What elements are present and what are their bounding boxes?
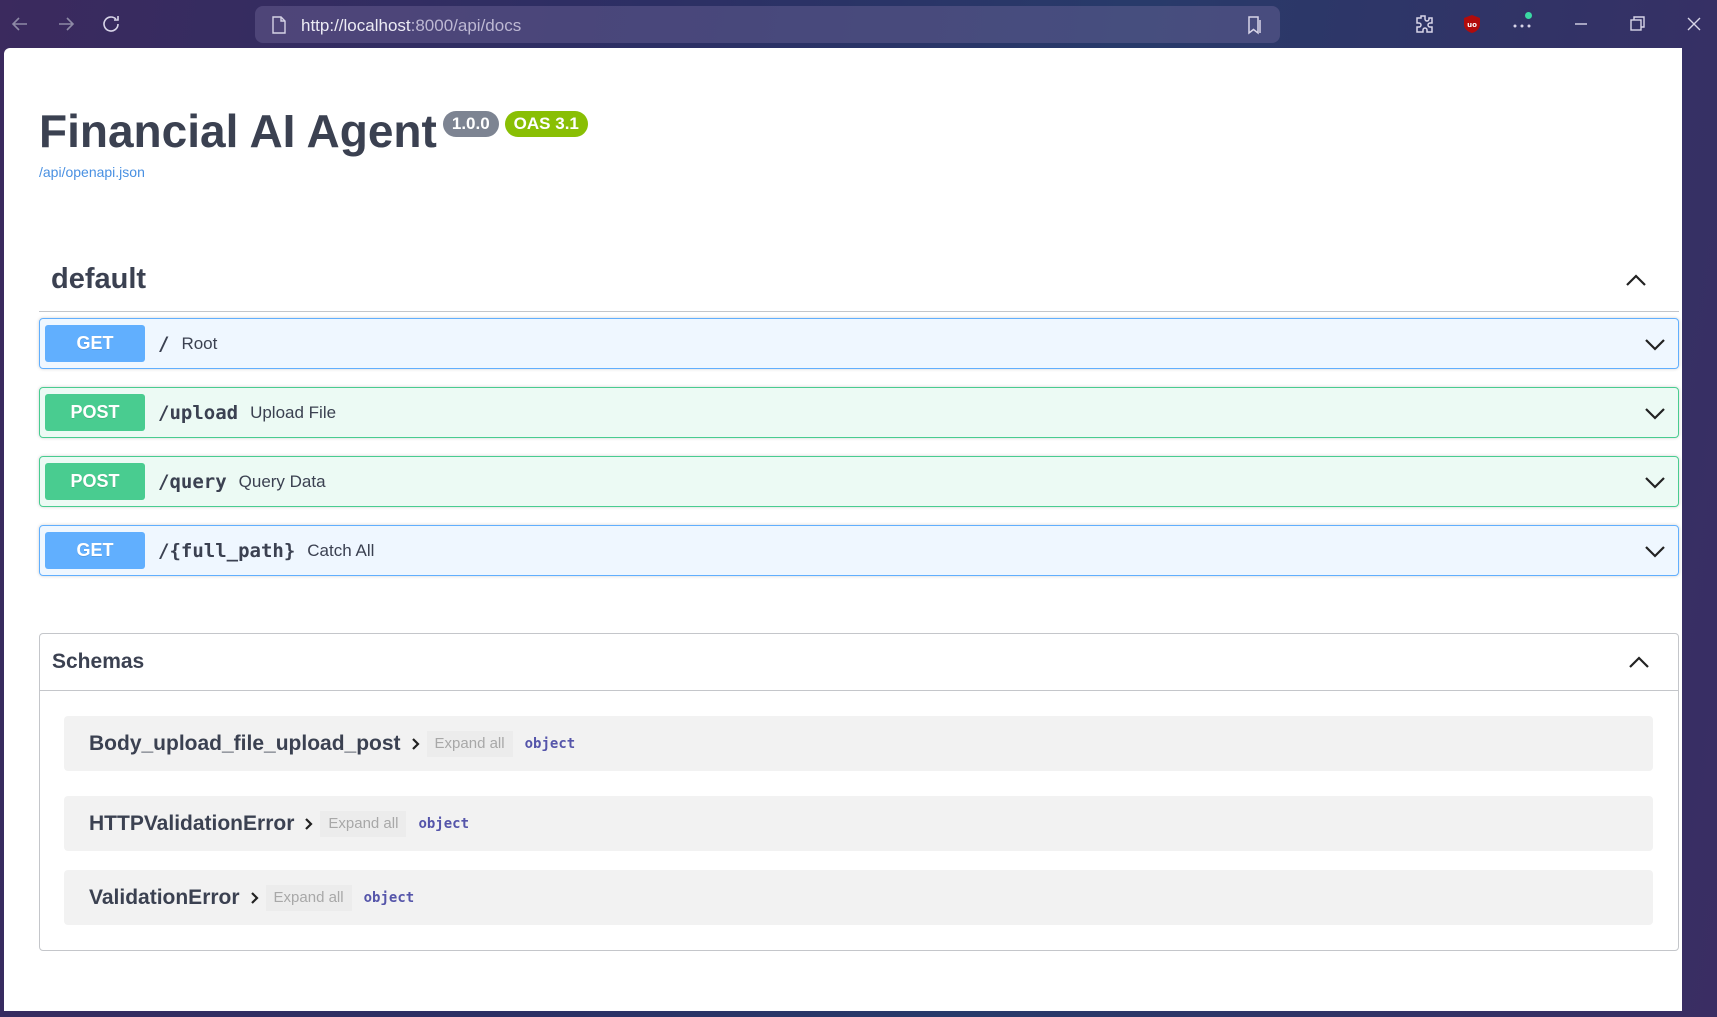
ublock-icon[interactable]: uo <box>1463 14 1481 34</box>
operation-path: /query <box>158 470 227 493</box>
back-icon[interactable] <box>8 12 32 36</box>
schemas-title: Schemas <box>52 650 145 673</box>
chevron-down-icon[interactable] <box>1642 331 1668 357</box>
tag-section-default: default GET / Root POST /upload Upload F… <box>39 248 1679 576</box>
operation-get-catch-all[interactable]: GET /{full_path} Catch All <box>39 525 1679 576</box>
version-badge: 1.0.0 <box>442 111 499 137</box>
api-info: Financial AI Agent 1.0.0 OAS 3.1 /api/op… <box>39 106 588 180</box>
model-type: object <box>418 815 470 832</box>
method-badge: POST <box>45 463 145 500</box>
chevron-down-icon[interactable] <box>1642 400 1668 426</box>
reload-icon[interactable] <box>99 12 123 36</box>
operation-post-query[interactable]: POST /query Query Data <box>39 456 1679 507</box>
extensions-icon[interactable] <box>1412 12 1436 36</box>
operation-summary: Query Data <box>238 471 326 491</box>
svg-text:uo: uo <box>1467 21 1477 29</box>
url-text: http://localhost:8000/api/docs <box>301 16 522 35</box>
page-icon <box>271 16 287 34</box>
model-name[interactable]: ValidationError <box>89 886 240 910</box>
expand-all-button[interactable]: Expand all <box>426 730 513 757</box>
chevron-up-icon[interactable] <box>1626 649 1652 675</box>
chevron-down-icon[interactable] <box>1642 469 1668 495</box>
model-name[interactable]: HTTPValidationError <box>89 812 294 836</box>
close-icon[interactable] <box>1682 12 1706 36</box>
operation-summary: Catch All <box>307 540 375 560</box>
model-type: object <box>363 889 415 906</box>
schema-model[interactable]: ValidationError Expand all object <box>64 870 1653 925</box>
browser-toolbar: http://localhost:8000/api/docs uo <box>0 0 1717 48</box>
method-badge: POST <box>45 394 145 431</box>
chevron-right-icon[interactable] <box>409 737 423 751</box>
operation-post-upload[interactable]: POST /upload Upload File <box>39 387 1679 438</box>
restore-icon[interactable] <box>1625 12 1649 36</box>
oas-badge: OAS 3.1 <box>504 111 588 137</box>
forward-icon[interactable] <box>54 12 78 36</box>
tag-name: default <box>51 263 147 295</box>
minimize-icon[interactable] <box>1569 12 1593 36</box>
model-type: object <box>524 735 576 752</box>
operation-path: /upload <box>158 401 239 424</box>
schema-model[interactable]: Body_upload_file_upload_post Expand all … <box>64 716 1653 771</box>
model-name[interactable]: Body_upload_file_upload_post <box>89 732 401 756</box>
schema-model[interactable]: HTTPValidationError Expand all object <box>64 796 1653 851</box>
expand-all-button[interactable]: Expand all <box>265 884 352 911</box>
method-badge: GET <box>45 532 145 569</box>
operation-summary: Upload File <box>250 402 337 422</box>
operation-summary: Root <box>181 333 218 353</box>
chevron-down-icon[interactable] <box>1642 538 1668 564</box>
chevron-up-icon[interactable] <box>1623 267 1649 293</box>
operation-path: /{full_path} <box>158 539 296 562</box>
expand-all-button[interactable]: Expand all <box>320 810 407 837</box>
address-bar[interactable]: http://localhost:8000/api/docs <box>255 6 1280 43</box>
schemas-section: Schemas Body_upload_file_upload_post Exp… <box>39 633 1679 951</box>
operation-path: / <box>158 332 170 355</box>
notification-dot <box>1525 12 1532 19</box>
operation-get-root[interactable]: GET / Root <box>39 318 1679 369</box>
page-viewport: Financial AI Agent 1.0.0 OAS 3.1 /api/op… <box>4 48 1682 1011</box>
tag-header[interactable]: default <box>39 248 1679 312</box>
chevron-right-icon[interactable] <box>248 891 262 905</box>
bookmark-icon[interactable] <box>1246 15 1264 35</box>
method-badge: GET <box>45 325 145 362</box>
schemas-header[interactable]: Schemas <box>40 634 1678 691</box>
openapi-json-link[interactable]: /api/openapi.json <box>39 164 588 180</box>
api-title: Financial AI Agent <box>39 105 437 157</box>
chevron-right-icon[interactable] <box>302 817 316 831</box>
